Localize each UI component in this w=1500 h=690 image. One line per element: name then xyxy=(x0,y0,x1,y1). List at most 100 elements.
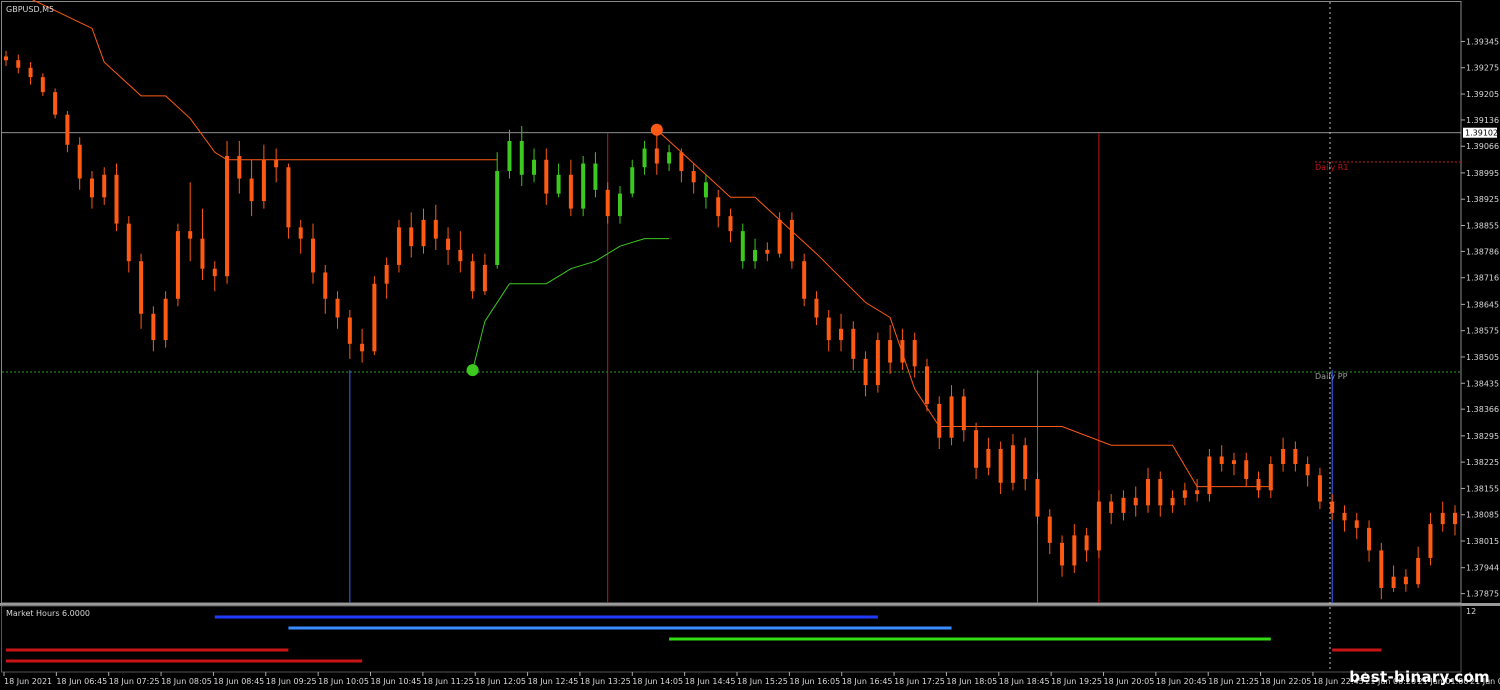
candle xyxy=(470,253,475,299)
time-tick-label: 18 Jun 06:45 xyxy=(56,677,107,686)
daily-pp-label: Daily PP xyxy=(1315,372,1348,381)
candle-body xyxy=(1207,456,1212,495)
price-tick-label: 1.38575 xyxy=(1466,327,1499,336)
candle xyxy=(261,144,266,209)
candle-body xyxy=(949,396,954,438)
candle xyxy=(1305,456,1310,487)
candle-body xyxy=(1268,464,1273,491)
candle-body xyxy=(1305,464,1310,476)
candle xyxy=(728,208,733,243)
candle-body xyxy=(765,249,770,254)
time-tick-label: 18 Jun 16:45 xyxy=(842,677,893,686)
time-tick-label: 18 Jun 07:25 xyxy=(109,677,160,686)
candle xyxy=(740,223,745,269)
candle xyxy=(1195,479,1200,502)
candle-body xyxy=(544,159,549,194)
candle-body xyxy=(151,313,156,341)
candle-body xyxy=(679,152,684,172)
time-tick-label: 18 Jun 16:05 xyxy=(789,677,840,686)
candle xyxy=(225,140,230,284)
candle-body xyxy=(519,140,524,175)
candle xyxy=(1281,437,1286,472)
candle-body xyxy=(532,159,537,175)
candle xyxy=(998,441,1003,495)
candle-body xyxy=(286,167,291,228)
candle-body xyxy=(924,366,929,404)
candle xyxy=(1379,542,1384,600)
time-tick-label: 18 Jun 21:25 xyxy=(1208,677,1259,686)
price-tick-label: 1.38366 xyxy=(1466,405,1499,414)
candle xyxy=(703,174,708,209)
candle-body xyxy=(249,178,254,202)
candle-body xyxy=(1072,535,1077,566)
candle xyxy=(1391,565,1396,592)
candle-body xyxy=(372,283,377,352)
candle xyxy=(237,140,242,194)
candle-body xyxy=(139,261,144,314)
candle-body xyxy=(617,193,622,217)
candle xyxy=(1010,433,1015,491)
time-tick-label: 18 Jun 08:45 xyxy=(213,677,264,686)
time-tick-label: 18 Jun 11:25 xyxy=(423,677,474,686)
time-tick-label: 18 Jun 2021 xyxy=(4,677,52,686)
candle xyxy=(40,73,45,96)
candle xyxy=(4,50,8,66)
indicator-title: Market Hours 6.0000 xyxy=(6,609,90,618)
candle xyxy=(617,186,622,224)
candle xyxy=(274,148,279,183)
candle xyxy=(839,313,844,352)
candle xyxy=(1207,448,1212,502)
candle-body xyxy=(347,317,352,344)
candle xyxy=(1023,437,1028,491)
candle xyxy=(802,253,807,307)
candle xyxy=(1170,490,1175,513)
candle-body xyxy=(77,144,82,179)
candle-body xyxy=(1096,501,1101,551)
candle xyxy=(593,152,598,198)
candle-body xyxy=(863,358,868,386)
candle xyxy=(667,144,672,172)
candle xyxy=(16,54,21,74)
candle-body xyxy=(974,430,979,468)
candle xyxy=(360,328,365,363)
candle xyxy=(458,231,463,273)
candle xyxy=(654,133,659,175)
price-tick-label: 1.38015 xyxy=(1466,537,1499,546)
candle xyxy=(986,437,991,476)
current-price-label: 1.39102 xyxy=(1465,129,1498,138)
candle xyxy=(1317,467,1322,510)
candle xyxy=(556,163,561,198)
candle xyxy=(753,238,758,269)
time-tick-label: 18 Jun 18:45 xyxy=(999,677,1050,686)
candle-body xyxy=(1244,460,1249,480)
time-tick-label: 18 Jun 10:05 xyxy=(318,677,369,686)
candle-body xyxy=(556,174,561,194)
price-tick-label: 1.38155 xyxy=(1466,484,1499,493)
candle-body xyxy=(28,67,33,78)
price-tick-label: 1.39066 xyxy=(1466,142,1499,151)
candle-body xyxy=(888,340,893,363)
candle xyxy=(1219,445,1224,472)
time-tick-label: 18 Jun 14:05 xyxy=(632,677,683,686)
price-tick-label: 1.37875 xyxy=(1466,590,1499,599)
candle xyxy=(1342,505,1347,532)
candle xyxy=(495,152,500,269)
candle-body xyxy=(826,317,831,341)
candle-body xyxy=(654,148,659,164)
candle-body xyxy=(1256,479,1261,491)
time-tick-label: 18 Jun 20:45 xyxy=(1156,677,1207,686)
candle-body xyxy=(470,261,475,292)
candle xyxy=(1035,471,1040,525)
candle-body xyxy=(1121,497,1126,513)
candle-body xyxy=(89,178,94,198)
candle xyxy=(888,325,893,374)
candle-body xyxy=(912,340,917,367)
price-chart[interactable]: 1.39345 1.39275 1.39205 1.39136 1.39066 1.389… xyxy=(0,0,1500,690)
candle xyxy=(863,351,868,397)
time-tick-label: 18 Jun 12:45 xyxy=(528,677,579,686)
candle-body xyxy=(1416,557,1421,585)
candle xyxy=(765,242,770,262)
candle-body xyxy=(323,272,328,299)
candle xyxy=(1084,527,1089,562)
candle-body xyxy=(753,249,758,262)
